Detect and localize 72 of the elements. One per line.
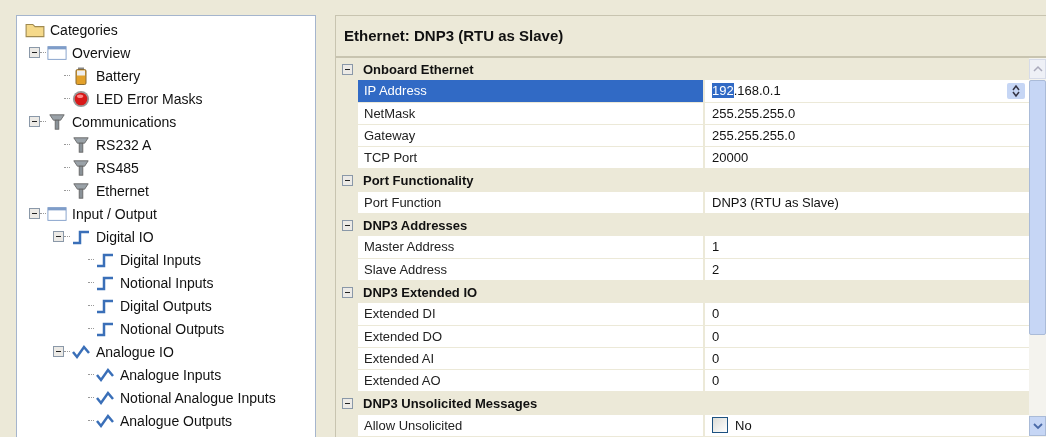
- tree-item[interactable]: RS232 A: [96, 136, 152, 153]
- tree-item[interactable]: Communications: [72, 113, 177, 130]
- connector-icon: [71, 181, 91, 200]
- tree-item[interactable]: Notional Outputs: [120, 320, 225, 337]
- property-value[interactable]: 2: [712, 261, 720, 277]
- property-value[interactable]: 0: [712, 350, 720, 366]
- window-icon: [47, 204, 67, 223]
- scrollbar[interactable]: [1029, 57, 1046, 437]
- property-name[interactable]: IP Address: [358, 80, 705, 102]
- tree-item[interactable]: Analogue Inputs: [120, 366, 222, 383]
- property-name[interactable]: Gateway: [358, 124, 705, 147]
- tree-item[interactable]: Battery: [96, 67, 141, 84]
- section-header[interactable]: DNP3 Addresses: [358, 214, 468, 237]
- property-name[interactable]: Extended AI: [358, 347, 705, 370]
- section-header[interactable]: DNP3 Unsolicited Messages: [358, 392, 538, 415]
- tree-item[interactable]: RS485: [96, 159, 139, 176]
- collapse-icon[interactable]: [53, 346, 64, 357]
- tree-item[interactable]: Analogue IO: [96, 343, 174, 360]
- up-down-arrows-icon: [1011, 83, 1021, 98]
- property-name[interactable]: Slave Address: [358, 258, 705, 280]
- tree-item[interactable]: Overview: [72, 44, 131, 61]
- property-value[interactable]: 20000: [712, 150, 749, 166]
- property-value: No: [735, 417, 752, 433]
- scrollbar-thumb[interactable]: [1029, 79, 1046, 335]
- property-value[interactable]: 0: [712, 373, 720, 389]
- led-icon: [71, 89, 91, 108]
- tree-item[interactable]: Digital IO: [96, 228, 154, 245]
- chevron-down-icon: [1032, 422, 1043, 430]
- property-name[interactable]: Master Address: [358, 236, 705, 258]
- collapse-icon[interactable]: [341, 219, 353, 231]
- collapse-icon[interactable]: [341, 63, 353, 75]
- property-name[interactable]: Port Function: [358, 191, 705, 214]
- property-value[interactable]: 0: [712, 306, 720, 322]
- tree-item[interactable]: Notional Inputs: [120, 274, 214, 291]
- input-field[interactable]: 192.168.0.1: [712, 83, 781, 99]
- tree-item[interactable]: Notional Analogue Inputs: [120, 389, 276, 406]
- collapse-icon[interactable]: [53, 231, 64, 242]
- collapse-icon[interactable]: [341, 175, 353, 187]
- checkbox[interactable]: [712, 417, 728, 434]
- property-value[interactable]: 255.255.255.0: [712, 128, 796, 143]
- tree-item[interactable]: Digital Outputs: [120, 297, 212, 314]
- property-name[interactable]: Extended DI: [358, 303, 705, 325]
- section-header[interactable]: Port Functionality: [358, 169, 474, 192]
- chevron-up-icon: [1032, 64, 1043, 73]
- collapse-icon[interactable]: [29, 116, 40, 127]
- panel-title: Ethernet: DNP3 (RTU as Slave): [344, 27, 564, 45]
- property-value[interactable]: 1: [712, 239, 720, 255]
- tree-item[interactable]: Digital Inputs: [120, 251, 201, 268]
- property-name[interactable]: NetMask: [358, 102, 705, 124]
- collapse-icon[interactable]: [29, 208, 40, 219]
- collapse-icon[interactable]: [341, 398, 353, 410]
- tree-item[interactable]: Categories: [50, 21, 118, 38]
- connector-icon: [71, 135, 91, 154]
- scroll-down-button[interactable]: [1029, 416, 1046, 436]
- connector-icon: [71, 158, 91, 177]
- property-value[interactable]: 0: [712, 328, 720, 344]
- section-header[interactable]: Onboard Ethernet: [358, 57, 474, 81]
- section-header[interactable]: DNP3 Extended IO: [358, 280, 478, 304]
- tree-item[interactable]: Ethernet: [96, 182, 149, 199]
- tree-item[interactable]: Input / Output: [72, 205, 157, 222]
- tree-item[interactable]: Analogue Outputs: [120, 412, 233, 429]
- tree-item[interactable]: LED Error Masks: [96, 90, 203, 107]
- collapse-icon[interactable]: [341, 286, 353, 298]
- property-name[interactable]: Extended AO: [358, 370, 705, 392]
- window-icon: [47, 43, 67, 62]
- property-value[interactable]: 255.255.255.0: [712, 105, 796, 121]
- connector-icon: [47, 112, 67, 131]
- property-name[interactable]: Extended DO: [358, 325, 705, 347]
- collapse-icon[interactable]: [29, 47, 40, 58]
- spin-button[interactable]: [1007, 82, 1025, 99]
- property-name[interactable]: TCP Port: [358, 147, 705, 169]
- property-name[interactable]: Allow Unsolicited: [358, 414, 705, 436]
